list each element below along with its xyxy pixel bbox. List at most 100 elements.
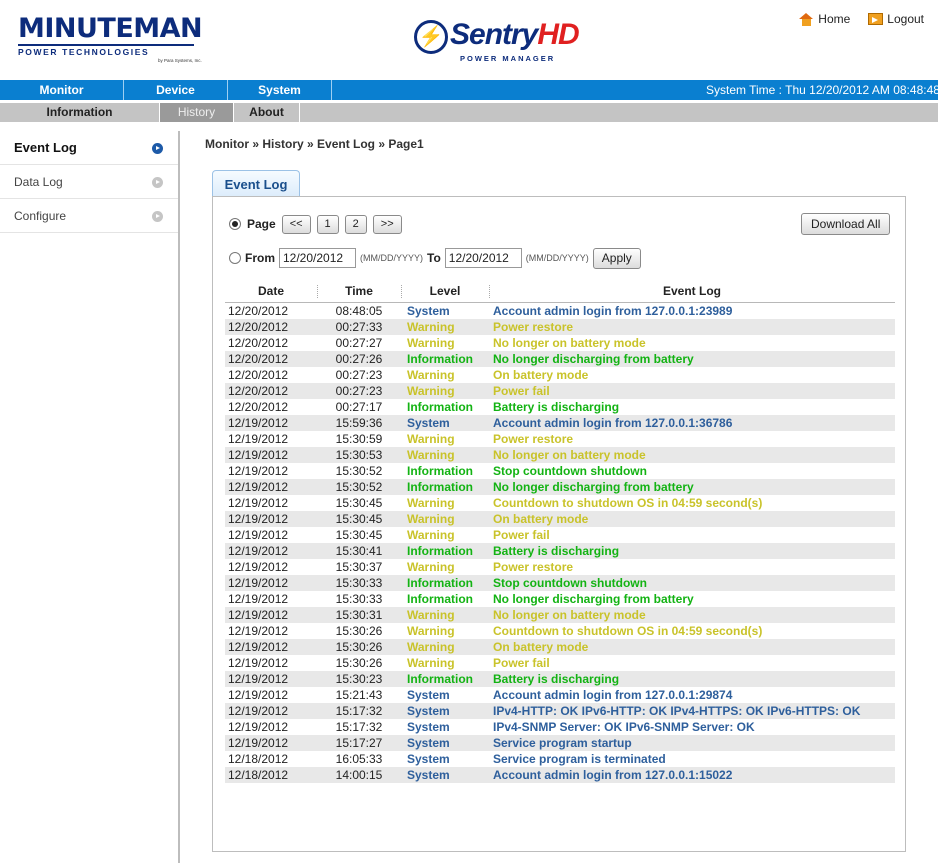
cell-date: 12/20/2012 [225, 382, 317, 399]
cell-date: 12/19/2012 [228, 431, 289, 446]
home-label: Home [818, 12, 851, 26]
table-row: 12/19/2012 15:30:31 Warning No longer on ba… [225, 606, 895, 623]
tab-event-log[interactable]: Event Log [212, 170, 300, 197]
logout-link[interactable]: Logout [868, 12, 924, 26]
cell-event: Power fail [493, 527, 550, 542]
cell-event: Account admin login from 127.0.0.1:23989 [493, 303, 733, 318]
sidebar-item-event-log[interactable]: Event Log [0, 131, 178, 165]
cell-date: 12/19/2012 [225, 734, 317, 751]
cell-event: Power fail [489, 382, 895, 399]
table-row: 12/19/2012 15:21:43 System Account admin lo… [225, 687, 895, 703]
cell-date: 12/18/2012 [225, 766, 317, 783]
page-radio[interactable] [229, 218, 241, 230]
cell-date: 12/19/2012 [225, 510, 317, 527]
last-page-button[interactable]: >> [372, 214, 402, 234]
cell-level: Information [401, 350, 489, 367]
table-row: 12/19/2012 15:17:27 System Service program … [225, 734, 895, 751]
table-row: 12/20/2012 00:27:27 Warning No longer on ba… [225, 335, 895, 351]
cell-level: System [407, 751, 450, 766]
sidebar-item-label: Data Log [14, 175, 63, 189]
event-log-body: 12/20/2012 08:48:05 System Account admin lo… [225, 302, 895, 783]
sidebar: Event Log Data Log Configure [0, 131, 180, 863]
cell-time: 15:21:43 [335, 687, 383, 702]
cell-level: System [401, 414, 489, 431]
table-row: 12/19/2012 15:30:45 Warning On battery mode [225, 510, 895, 527]
cell-date: 12/19/2012 [228, 687, 289, 702]
top-links: Home Logout [799, 12, 924, 26]
cell-date: 12/19/2012 [228, 623, 289, 638]
cell-time: 15:30:26 [335, 655, 383, 670]
home-link[interactable]: Home [799, 12, 850, 26]
cell-date: 12/20/2012 [228, 399, 289, 414]
subnav-information[interactable]: Information [0, 103, 160, 122]
cell-date: 12/19/2012 [225, 574, 317, 591]
cell-date: 12/20/2012 [225, 318, 317, 335]
nav-device[interactable]: Device [124, 80, 228, 100]
table-row: 12/18/2012 14:00:15 System Account admin lo… [225, 766, 895, 783]
to-date-input[interactable] [444, 248, 522, 268]
cell-level: Information [401, 670, 489, 687]
main-nav: Monitor Device System System Time : Thu … [0, 80, 938, 100]
cell-time: 15:30:45 [335, 495, 383, 510]
cell-event: No longer discharging from battery [489, 350, 895, 367]
page-label: Page [247, 217, 276, 231]
cell-time: 15:30:45 [317, 510, 401, 527]
nav-system[interactable]: System [228, 80, 332, 100]
cell-level: System [401, 702, 489, 719]
cell-event: On battery mode [489, 510, 895, 527]
cell-level: Warning [407, 495, 455, 510]
col-event-log: Event Log [489, 281, 895, 303]
logo-sub: by Para Systems, Inc. [158, 58, 202, 63]
home-icon [799, 12, 814, 26]
cell-time: 15:30:52 [317, 478, 401, 495]
to-format-hint: (MM/DD/YYYY) [525, 253, 589, 263]
nav-monitor[interactable]: Monitor [0, 80, 124, 100]
cell-level: System [407, 687, 450, 702]
cell-time: 00:27:23 [335, 367, 383, 382]
page-2-button[interactable]: 2 [344, 214, 367, 234]
cell-time: 00:27:27 [335, 335, 383, 350]
cell-time: 15:30:31 [317, 606, 401, 623]
cell-level: Warning [407, 335, 455, 350]
logout-icon [868, 13, 884, 25]
power-plug-icon: ⚡ [414, 20, 448, 54]
first-page-button[interactable]: << [281, 214, 311, 234]
cell-date: 12/19/2012 [228, 463, 289, 478]
sidebar-item-configure[interactable]: Configure [0, 199, 178, 233]
table-row: 12/20/2012 00:27:23 Warning Power fail [225, 382, 895, 399]
cell-level: Warning [401, 638, 489, 655]
table-row: 12/19/2012 15:30:45 Warning Power fail [225, 527, 895, 543]
download-all-button[interactable]: Download All [801, 213, 891, 235]
subnav-history[interactable]: History [160, 103, 234, 122]
cell-date: 12/18/2012 [228, 751, 289, 766]
cell-level: Information [401, 478, 489, 495]
cell-level: Warning [407, 367, 455, 382]
cell-date: 12/19/2012 [225, 670, 317, 687]
sub-nav: Information History About [0, 103, 938, 122]
product-tagline: POWER MANAGER [460, 54, 556, 63]
cell-date: 12/19/2012 [225, 542, 317, 559]
cell-event: Battery is discharging [489, 542, 895, 559]
sidebar-item-data-log[interactable]: Data Log [0, 165, 178, 199]
cell-time: 15:30:33 [317, 574, 401, 591]
date-range-row: From (MM/DD/YYYY) To (MM/DD/YYYY) Apply [229, 246, 641, 270]
page-1-button[interactable]: 1 [316, 214, 339, 234]
cell-event: IPv4-HTTP: OK IPv6-HTTP: OK IPv4-HTTPS: … [489, 702, 895, 719]
table-row: 12/19/2012 15:30:33 Information Stop countd… [225, 574, 895, 591]
from-date-input[interactable] [279, 248, 356, 268]
cell-level: Warning [407, 431, 455, 446]
to-label: To [427, 251, 441, 265]
cell-event: Stop countdown shutdown [489, 574, 895, 591]
table-row: 12/19/2012 15:30:37 Warning Power restore [225, 559, 895, 575]
table-row: 12/18/2012 16:05:33 System Service program … [225, 751, 895, 767]
cell-event: Power restore [493, 559, 574, 574]
cell-level: System [407, 303, 450, 318]
cell-event: Power fail [493, 655, 550, 670]
cell-event: Service program is terminated [493, 751, 666, 766]
table-row: 12/19/2012 15:30:26 Warning Countdown to sh… [225, 623, 895, 639]
table-row: 12/19/2012 15:30:33 Information No longer d… [225, 591, 895, 607]
subnav-about[interactable]: About [234, 103, 300, 122]
from-radio[interactable] [229, 252, 241, 264]
cell-date: 12/19/2012 [225, 702, 317, 719]
apply-button[interactable]: Apply [592, 247, 641, 269]
